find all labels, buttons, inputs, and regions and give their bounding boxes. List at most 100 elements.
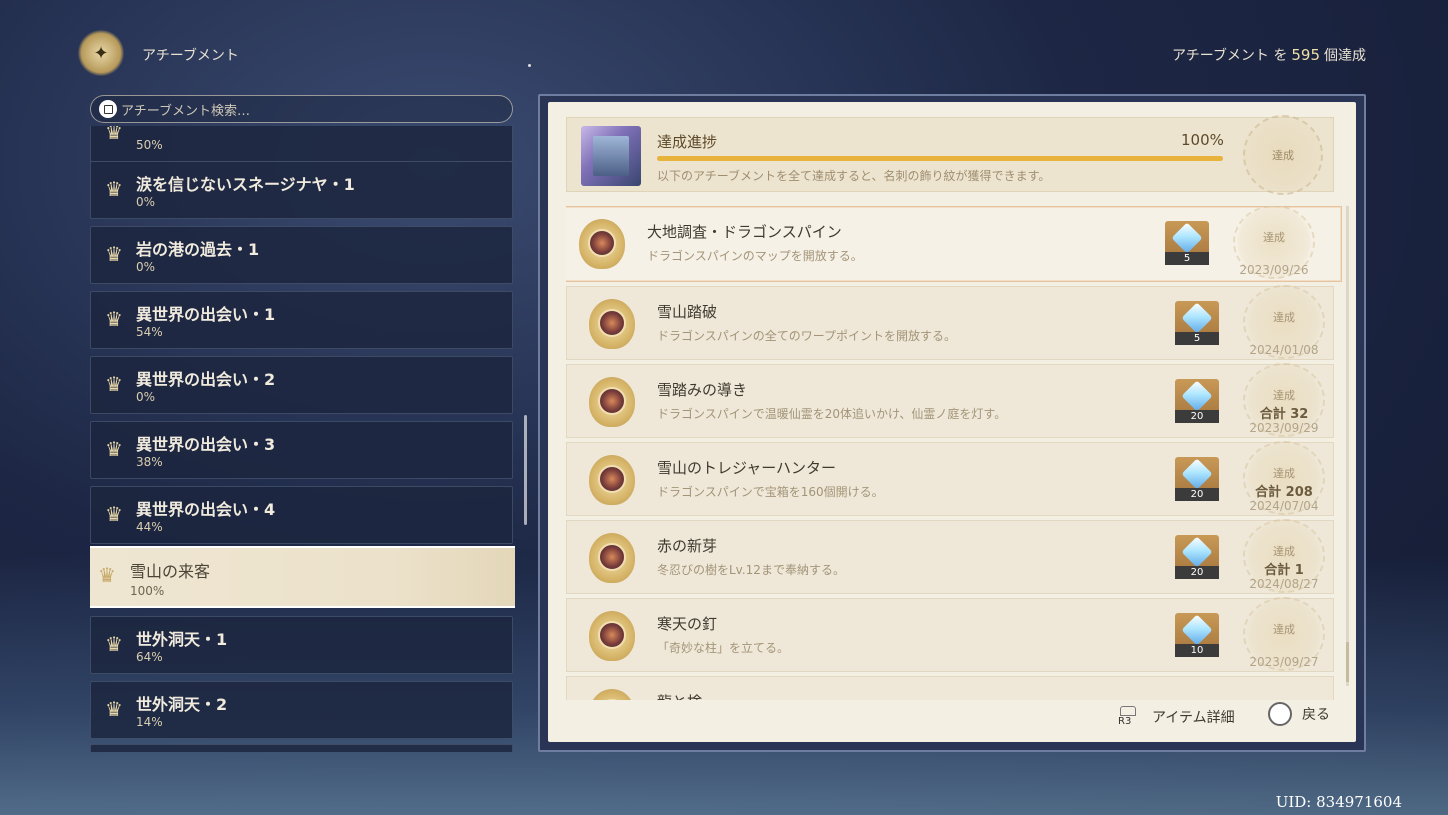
achievement-desc: 「奇妙な柱」を立てる。 <box>657 641 790 655</box>
achievement-title: 大地調査・ドラゴンスパイン <box>647 223 842 241</box>
category-percent: 54% <box>136 325 163 339</box>
category-item[interactable]: ♛ 世外洞天・2 14% <box>90 681 513 739</box>
progress-title: 達成進捗 <box>657 133 718 151</box>
category-item[interactable]: ♛ 岩の港の過去・1 0% <box>90 226 513 284</box>
primogem-icon <box>1181 536 1213 568</box>
reward-qty: 20 <box>1175 566 1219 579</box>
search-placeholder: アチーブメント検索… <box>121 103 250 119</box>
count-prefix: アチーブメント を <box>1172 48 1288 64</box>
achievement-medal-icon <box>583 451 639 509</box>
circle-button-icon <box>1268 702 1292 726</box>
achievement-row[interactable]: 赤の新芽 冬忍びの樹をLv.12まで奉納する。 20 達成 合計 1 2024/08… <box>566 519 1334 594</box>
achievement-panel: 達成進捗 100% 以下のアチーブメントを全て達成すると、名刺の飾り紋が獲得でき… <box>548 102 1356 742</box>
category-icon: ♛ <box>105 242 123 266</box>
category-item[interactable]: ♛ 異世界の出会い・4 44% <box>90 486 513 544</box>
search-input[interactable]: アチーブメント検索… <box>90 95 513 123</box>
scrollbar-thumb[interactable] <box>1346 642 1349 682</box>
achievement-medal-icon <box>583 295 639 353</box>
category-list[interactable]: ♛ 50% ♛ 涙を信じないスネージナヤ・1 0% ♛ 岩の港の過去・1 0% … <box>90 126 515 752</box>
completion-stamp: 達成 合計 1 2024/08/27 <box>1239 519 1329 593</box>
back-label: 戻る <box>1302 707 1330 723</box>
stamp-label: 達成 <box>1273 389 1295 402</box>
primogem-icon <box>1181 458 1213 490</box>
primogem-icon <box>1171 222 1203 254</box>
namecard-thumbnail <box>581 126 641 186</box>
primogem-reward[interactable]: 20 <box>1175 457 1219 501</box>
category-item-selected[interactable]: ♛ 雪山の来客 100% <box>90 546 515 608</box>
category-icon: ♛ <box>105 632 123 656</box>
category-item[interactable] <box>90 744 513 752</box>
category-icon: ♛ <box>105 697 123 721</box>
stamp-label: 達成 <box>1273 311 1295 324</box>
category-scrollbar[interactable] <box>524 415 527 525</box>
category-item[interactable]: ♛ 異世界の出会い・1 54% <box>90 291 513 349</box>
primogem-reward[interactable]: 5 <box>1175 301 1219 345</box>
achievement-row[interactable]: 龍と検 <box>566 676 1334 700</box>
achievement-row[interactable]: 雪山踏破 ドラゴンスパインの全てのワープポイントを開放する。 5 達成 2024/… <box>566 285 1334 360</box>
category-percent: 0% <box>136 260 156 274</box>
stamp-date: 2024/08/27 <box>1249 577 1319 591</box>
stamp-total: 合計 32 <box>1259 407 1309 422</box>
primogem-reward[interactable]: 20 <box>1175 379 1219 423</box>
achievement-medal-icon <box>583 373 639 431</box>
category-icon: ♛ <box>105 177 123 201</box>
primogem-icon <box>1181 380 1213 412</box>
completion-stamp: 達成 2023/09/26 <box>1229 206 1319 279</box>
reward-qty: 5 <box>1175 332 1219 345</box>
category-item[interactable]: ♛ 50% <box>90 126 513 162</box>
category-icon: ♛ <box>105 437 123 461</box>
achievement-desc: 冬忍びの樹をLv.12まで奉納する。 <box>657 563 845 577</box>
achievement-title: 雪山踏破 <box>657 303 718 321</box>
stamp-date: 2024/07/04 <box>1249 499 1319 513</box>
category-icon: ♛ <box>105 502 123 526</box>
category-icon: ♛ <box>105 307 123 331</box>
category-percent: 14% <box>136 715 163 729</box>
completion-stamp: 達成 2023/09/27 <box>1239 597 1329 671</box>
category-name: 世外洞天・1 <box>136 630 228 649</box>
category-percent: 50% <box>136 138 163 152</box>
category-icon: ♛ <box>105 126 123 144</box>
category-item[interactable]: ♛ 異世界の出会い・2 0% <box>90 356 513 414</box>
primogem-icon <box>1181 614 1213 646</box>
progress-description: 以下のアチーブメントを全て達成すると、名刺の飾り紋が獲得できます。 <box>657 169 1051 183</box>
achievement-title: 赤の新芽 <box>657 537 718 555</box>
category-name: 涙を信じないスネージナヤ・1 <box>136 175 355 194</box>
item-detail-button[interactable]: R3 アイテム詳細 <box>1116 706 1235 728</box>
count-suffix: 個達成 <box>1324 48 1366 64</box>
category-item[interactable]: ♛ 世外洞天・1 64% <box>90 616 513 674</box>
category-name: 異世界の出会い・2 <box>136 370 276 389</box>
achievement-row[interactable]: 寒天の釘 「奇妙な柱」を立てる。 10 達成 2023/09/27 <box>566 597 1334 672</box>
achievement-row[interactable]: 雪山のトレジャーハンター ドラゴンスパインで宝箱を160個開ける。 20 達成合… <box>566 441 1334 516</box>
achievement-row[interactable]: 雪踏みの導き ドラゴンスパインで温暖仙霊を20体追いかけ、仙霊ノ庭を灯す。 20… <box>566 363 1334 438</box>
r3-label: R3 <box>1118 716 1132 727</box>
primogem-reward[interactable]: 5 <box>1165 221 1209 265</box>
achievement-desc: ドラゴンスパインのマップを開放する。 <box>647 249 863 263</box>
category-percent: 0% <box>136 390 156 404</box>
achievement-desc: ドラゴンスパインで宝箱を160個開ける。 <box>657 485 884 499</box>
primogem-reward[interactable]: 10 <box>1175 613 1219 657</box>
achievement-emblem-icon: ✦ <box>78 30 124 76</box>
category-name: 異世界の出会い・4 <box>136 500 276 519</box>
achievement-medal-icon <box>583 529 639 587</box>
stamp-label: 達成 <box>1273 623 1295 636</box>
category-percent: 100% <box>130 584 165 598</box>
item-detail-label: アイテム詳細 <box>1152 710 1235 726</box>
category-icon: ♛ <box>98 563 116 587</box>
reward-qty: 5 <box>1165 252 1209 265</box>
category-item[interactable]: ♛ 異世界の出会い・3 38% <box>90 421 513 479</box>
progress-fill <box>657 156 1223 161</box>
achievement-list[interactable]: 大地調査・ドラゴンスパイン ドラゴンスパインのマップを開放する。 5 達成 202… <box>566 206 1342 700</box>
achievement-medal-icon <box>583 685 639 700</box>
category-name: 岩の港の過去・1 <box>136 240 260 259</box>
seal-text: 達成 <box>1272 149 1294 162</box>
achievement-row[interactable]: 大地調査・ドラゴンスパイン ドラゴンスパインのマップを開放する。 5 達成 202… <box>566 206 1342 282</box>
reward-qty: 10 <box>1175 644 1219 657</box>
primogem-reward[interactable]: 20 <box>1175 535 1219 579</box>
achievement-title: 雪踏みの導き <box>657 381 748 399</box>
category-item[interactable]: ♛ 涙を信じないスネージナヤ・1 0% <box>90 161 513 219</box>
achievement-scrollbar[interactable] <box>1346 206 1349 686</box>
stamp-total: 合計 208 <box>1255 485 1313 500</box>
progress-value: 100% <box>1181 131 1224 149</box>
back-button[interactable]: 戻る <box>1268 702 1330 726</box>
progress-card: 達成進捗 100% 以下のアチーブメントを全て達成すると、名刺の飾り紋が獲得でき… <box>566 115 1334 195</box>
